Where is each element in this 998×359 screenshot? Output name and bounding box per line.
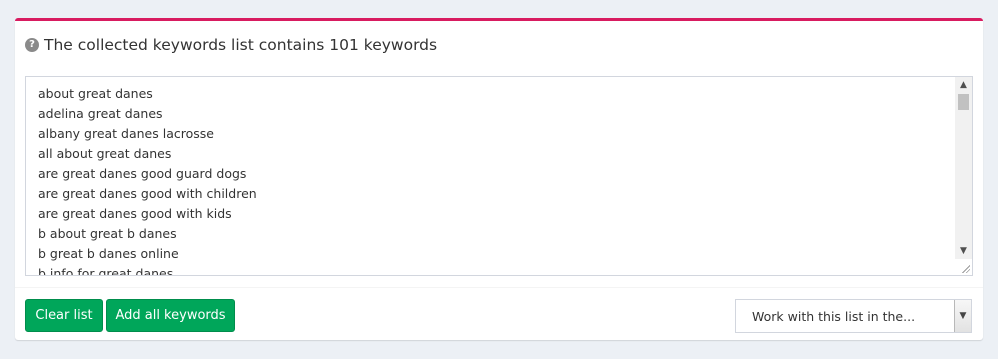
keyword-item: are great danes good with kids: [38, 206, 232, 221]
add-all-keywords-button[interactable]: Add all keywords: [106, 299, 235, 332]
vertical-scrollbar[interactable]: ▲ ▼: [955, 77, 972, 259]
footer-divider: [15, 287, 983, 288]
scroll-thumb[interactable]: [958, 94, 969, 110]
panel-title: The collected keywords list contains 101…: [44, 36, 438, 54]
question-circle-icon[interactable]: ?: [25, 38, 39, 52]
keyword-item: albany great danes lacrosse: [38, 126, 214, 141]
keywords-list: about great danes adelina great danes alba…: [38, 84, 257, 276]
chevron-down-icon[interactable]: ▼: [954, 300, 971, 332]
keyword-item: about great danes: [38, 86, 153, 101]
keyword-item: b great b danes online: [38, 246, 179, 261]
scroll-up-arrow-icon[interactable]: ▲: [955, 77, 972, 93]
keywords-textarea[interactable]: about great danes adelina great danes alba…: [25, 76, 973, 276]
keyword-item: are great danes good with children: [38, 186, 257, 201]
resize-grip-icon[interactable]: [961, 264, 970, 273]
keyword-item: adelina great danes: [38, 106, 163, 121]
keyword-item: all about great danes: [38, 146, 172, 161]
scroll-down-arrow-icon[interactable]: ▼: [955, 243, 972, 259]
panel-header: ? The collected keywords list contains 1…: [25, 34, 437, 56]
keyword-item: b about great b danes: [38, 226, 177, 241]
keyword-item: are great danes good guard dogs: [38, 166, 247, 181]
select-value: Work with this list in the...: [752, 308, 916, 324]
work-with-list-select[interactable]: Work with this list in the... ▼: [735, 299, 972, 333]
clear-list-button[interactable]: Clear list: [25, 299, 103, 332]
keyword-item: b info for great danes: [38, 266, 174, 276]
keywords-panel: ? The collected keywords list contains 1…: [15, 18, 983, 340]
